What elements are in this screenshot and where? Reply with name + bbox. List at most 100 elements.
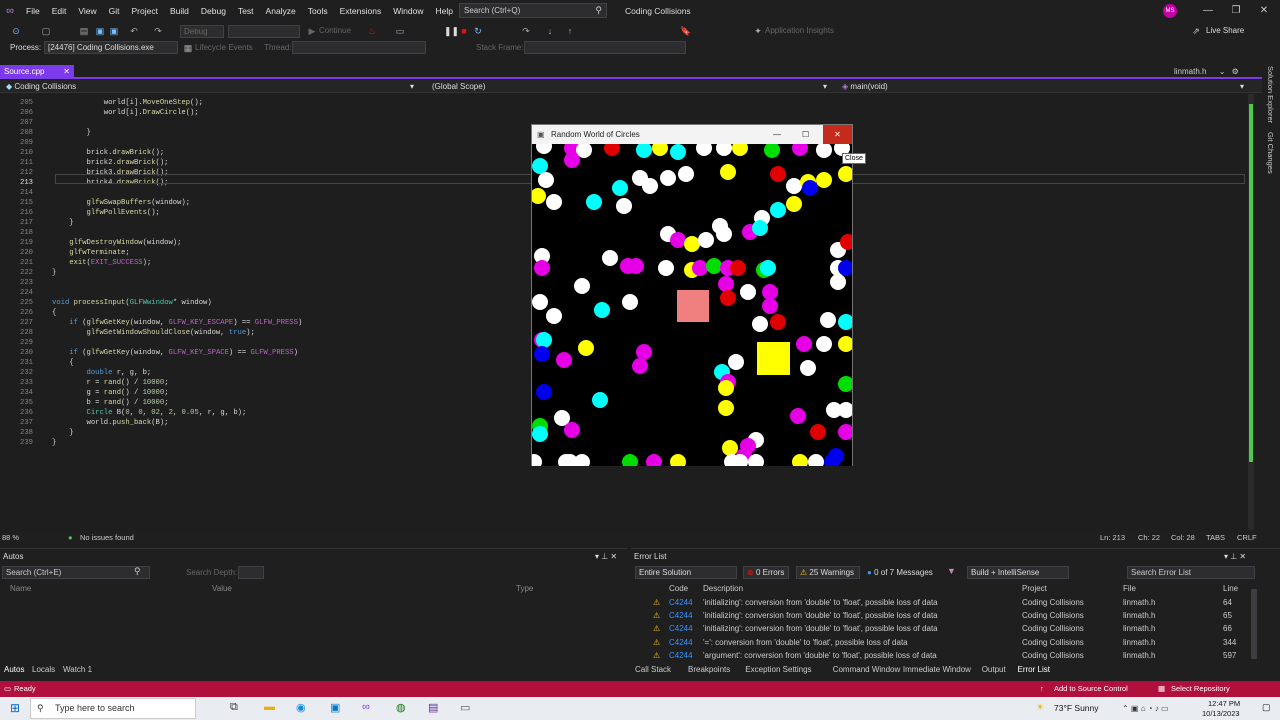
menu-item[interactable]: Tools bbox=[302, 0, 334, 22]
tab-watch-1[interactable]: Watch 1 bbox=[63, 663, 92, 676]
live-share-button[interactable]: Live Share bbox=[1206, 22, 1244, 40]
minimize-icon[interactable]: — bbox=[773, 125, 781, 144]
visual-studio-icon[interactable]: ∞ bbox=[362, 701, 370, 713]
diagnostics-icon[interactable]: ♨ bbox=[366, 25, 378, 37]
menu-item[interactable]: File bbox=[20, 0, 46, 22]
taskbar-search-input[interactable]: ⚲ Type here to search bbox=[30, 698, 196, 719]
gear-icon[interactable]: ⚙ bbox=[1232, 67, 1239, 76]
warnings-filter[interactable]: ⚠ 25 Warnings bbox=[796, 566, 860, 579]
navigate-back-icon[interactable]: ⊙ bbox=[10, 25, 22, 37]
errors-filter[interactable]: ⊗ 0 Errors bbox=[743, 566, 789, 579]
platform-combo[interactable] bbox=[228, 25, 300, 38]
maximize-icon[interactable]: ☐ bbox=[802, 125, 809, 144]
tab-locals[interactable]: Locals bbox=[32, 663, 55, 676]
task-view-icon[interactable]: ⧉ bbox=[230, 701, 238, 714]
bottom-tab[interactable]: Breakpoints bbox=[688, 663, 730, 676]
solution-explorer-tab[interactable]: Solution Explorer bbox=[1266, 66, 1275, 123]
new-item-icon[interactable]: ▢ bbox=[40, 25, 52, 37]
bottom-tab[interactable]: Exception Settings bbox=[745, 663, 811, 676]
menu-item[interactable]: Debug bbox=[195, 0, 232, 22]
save-icon[interactable]: ▣ bbox=[94, 25, 106, 37]
step-into-icon[interactable]: ↓ bbox=[544, 25, 556, 37]
zoom-level[interactable]: 88 % bbox=[2, 532, 19, 544]
close-icon[interactable]: ✕ bbox=[1250, 0, 1278, 22]
menu-item[interactable]: Extensions bbox=[334, 0, 388, 22]
live-share-icon[interactable]: ⇗ bbox=[1190, 25, 1202, 37]
bottom-tab[interactable]: Immediate Window bbox=[903, 663, 971, 676]
thread-combo[interactable] bbox=[292, 41, 426, 54]
error-search-input[interactable]: Search Error List bbox=[1127, 566, 1255, 579]
search-input[interactable]: Search (Ctrl+Q) ⚲ bbox=[459, 3, 607, 18]
menu-item[interactable]: Git bbox=[103, 0, 126, 22]
tab-autos[interactable]: Autos bbox=[4, 663, 24, 676]
process-combo[interactable]: [24476] Coding Collisions.exe bbox=[44, 41, 178, 54]
menu-item[interactable]: Analyze bbox=[260, 0, 302, 22]
member-combo[interactable]: ◈ main(void) ▾ bbox=[838, 80, 1250, 93]
close-icon[interactable]: ✕ bbox=[823, 125, 852, 144]
pause-icon[interactable]: ❚❚ bbox=[444, 25, 459, 37]
chevron-down-icon[interactable]: ⌄ bbox=[1219, 67, 1226, 76]
autos-search-input[interactable]: Search (Ctrl+E) bbox=[2, 566, 150, 579]
step-out-icon[interactable]: ↑ bbox=[564, 25, 576, 37]
restart-icon[interactable]: ↻ bbox=[472, 25, 484, 37]
game-window[interactable]: ▣ Random World of Circles — ☐ ✕ bbox=[531, 124, 853, 466]
bookmark-icon[interactable]: 🔖 bbox=[680, 25, 692, 37]
col-line[interactable]: Line bbox=[1223, 582, 1238, 595]
col-file[interactable]: File bbox=[1123, 582, 1136, 595]
avatar[interactable]: MS bbox=[1163, 4, 1177, 18]
issues-indicator[interactable]: No issues found bbox=[80, 532, 134, 544]
continue-label[interactable]: Continue bbox=[319, 22, 351, 40]
bottom-tab[interactable]: Output bbox=[982, 663, 1006, 676]
vs-logo-icon[interactable]: ∞ bbox=[0, 5, 20, 17]
continue-icon[interactable]: ▶ bbox=[306, 25, 318, 37]
add-source-control-button[interactable]: Add to Source Control bbox=[1054, 681, 1128, 697]
stop-icon[interactable]: ■ bbox=[458, 25, 470, 37]
step-over-icon[interactable]: ↷ bbox=[520, 25, 532, 37]
lifecycle-icon[interactable]: ▦ bbox=[182, 42, 194, 54]
col-description[interactable]: Description bbox=[703, 582, 743, 595]
eol-indicator[interactable]: CRLF bbox=[1237, 532, 1257, 544]
app-insights-label[interactable]: Application Insights bbox=[765, 22, 834, 40]
panel-controls-icon[interactable]: ▾ ⊥ ✕ bbox=[1221, 551, 1246, 563]
tabs-indicator[interactable]: TABS bbox=[1206, 532, 1225, 544]
project-combo[interactable]: ◆ Coding Collisions ▾ bbox=[2, 80, 420, 93]
game-title-bar[interactable]: ▣ Random World of Circles — ☐ ✕ bbox=[532, 125, 852, 144]
close-tab-icon[interactable]: ✕ bbox=[63, 65, 70, 79]
weather-widget[interactable]: 73°F Sunny bbox=[1054, 697, 1099, 720]
app-icon[interactable]: ◍ bbox=[396, 701, 406, 714]
tab-source-cpp[interactable]: Source.cpp ✕ bbox=[0, 65, 74, 79]
clock-time[interactable]: 12:47 PM bbox=[1208, 699, 1240, 708]
undo-icon[interactable]: ↶ bbox=[128, 25, 140, 37]
clock-date[interactable]: 10/13/2023 bbox=[1202, 709, 1240, 718]
store-icon[interactable]: ▣ bbox=[330, 701, 340, 714]
menu-item[interactable]: Edit bbox=[46, 0, 73, 22]
menu-item[interactable]: View bbox=[72, 0, 102, 22]
tray-icons[interactable]: ⌃ ▣ ⌂ ◔ ♪ ▭ bbox=[1122, 697, 1169, 720]
stack-frame-combo[interactable] bbox=[524, 41, 686, 54]
maximize-icon[interactable]: ❐ bbox=[1222, 0, 1250, 22]
menu-item[interactable]: Test bbox=[232, 0, 260, 22]
lifecycle-label[interactable]: Lifecycle Events bbox=[195, 40, 253, 56]
scope-combo[interactable]: (Global Scope) ▾ bbox=[428, 80, 833, 93]
notification-icon[interactable]: ▢ bbox=[1262, 702, 1271, 713]
build-combo[interactable]: Build + IntelliSense bbox=[967, 566, 1069, 579]
col-project[interactable]: Project bbox=[1022, 582, 1047, 595]
bottom-tab[interactable]: Error List bbox=[1018, 663, 1050, 676]
save-all-icon[interactable]: ▣ bbox=[108, 25, 120, 37]
error-list-scrollbar[interactable] bbox=[1251, 589, 1257, 659]
windows-start-icon[interactable]: ⊞ bbox=[10, 701, 20, 715]
menu-item[interactable]: Window bbox=[387, 0, 429, 22]
menu-item[interactable]: Project bbox=[126, 0, 164, 22]
pin-icon[interactable]: ▾ ⊥ ✕ bbox=[592, 551, 617, 563]
minimize-icon[interactable]: — bbox=[1194, 0, 1222, 22]
col-code[interactable]: Code bbox=[669, 582, 688, 595]
bottom-tab[interactable]: Command Window bbox=[833, 663, 901, 676]
app-insights-icon[interactable]: ✦ bbox=[752, 25, 764, 37]
console-window-icon[interactable]: ▭ bbox=[460, 701, 470, 714]
app-icon[interactable]: ▤ bbox=[428, 701, 438, 714]
search-depth-combo[interactable] bbox=[238, 566, 264, 579]
git-changes-tab[interactable]: Git Changes bbox=[1266, 132, 1275, 174]
filter-icon[interactable]: ▼ bbox=[947, 566, 956, 576]
hot-reload-icon[interactable]: ▭ bbox=[394, 25, 406, 37]
open-icon[interactable]: ▤ bbox=[78, 25, 90, 37]
